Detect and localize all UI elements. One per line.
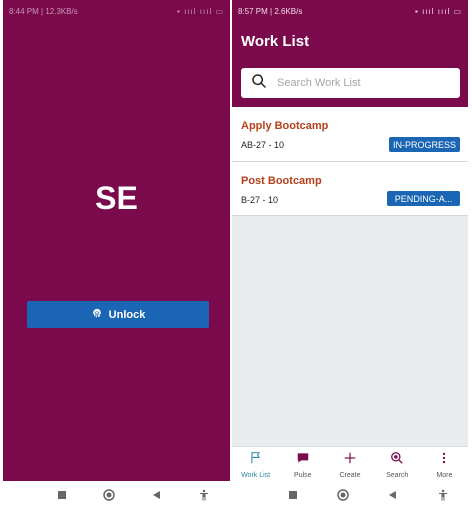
bottom-tab-bar: Work List Pulse Create Search More <box>232 446 468 481</box>
tab-pulse[interactable]: Pulse <box>279 447 326 481</box>
back-button[interactable] <box>150 488 164 502</box>
unlock-button[interactable]: Unlock <box>27 301 209 328</box>
search-icon <box>251 73 275 94</box>
tab-search[interactable]: Search <box>374 447 421 481</box>
system-nav-bar <box>38 481 228 509</box>
tab-label: Search <box>386 471 409 479</box>
flag-icon <box>249 451 263 470</box>
accessibility-icon[interactable] <box>436 488 450 502</box>
search-icon <box>390 451 404 470</box>
more-vertical-icon <box>437 451 451 470</box>
status-bar: 8:57 PM | 2.6KB/s ▪ ıııl ıııl ▭ <box>232 0 468 22</box>
lock-screen: 8:44 PM | 12.3KB/s ▪ ıııl ıııl ▭ SE Unlo… <box>3 0 230 481</box>
tab-more[interactable]: More <box>421 447 468 481</box>
unlock-label: Unlock <box>108 308 146 321</box>
system-nav-bar <box>268 481 468 509</box>
item-id: AB-27 - 10 <box>241 140 285 150</box>
status-time: 8:44 PM | 12.3KB/s <box>9 6 78 16</box>
back-button[interactable] <box>386 488 400 502</box>
recents-button[interactable] <box>286 488 300 502</box>
tab-label: Create <box>339 471 361 479</box>
tab-label: Work List <box>241 471 271 479</box>
header: 8:57 PM | 2.6KB/s ▪ ıııl ıııl ▭ Work Lis… <box>232 0 468 107</box>
chat-icon <box>296 451 310 470</box>
page-title: Work List <box>241 33 310 50</box>
search-input[interactable] <box>275 76 459 90</box>
tab-work-list[interactable]: Work List <box>232 447 279 481</box>
work-list-screen: 8:57 PM | 2.6KB/s ▪ ıııl ıııl ▭ Work Lis… <box>232 0 468 481</box>
status-time: 8:57 PM | 2.6KB/s <box>238 6 303 16</box>
status-bar: 8:44 PM | 12.3KB/s ▪ ıııl ıııl ▭ <box>3 0 230 22</box>
search-bar[interactable] <box>241 68 460 98</box>
status-icons: ▪ ıııl ıııl ▭ <box>415 6 462 16</box>
status-badge: IN-PROGRESS <box>389 137 460 152</box>
list-item[interactable]: Post Bootcamp B-27 - 10 PENDING-A... <box>232 162 468 216</box>
item-id: B-27 - 10 <box>241 195 279 205</box>
recents-button[interactable] <box>55 488 69 502</box>
tab-label: Pulse <box>294 471 312 479</box>
tab-label: More <box>436 471 453 479</box>
status-icons: ▪ ıııl ıııl ▭ <box>177 6 224 16</box>
home-button[interactable] <box>336 488 350 502</box>
app-logo: SE <box>95 180 138 216</box>
item-title: Apply Bootcamp <box>241 120 329 132</box>
accessibility-icon[interactable] <box>197 488 211 502</box>
tab-create[interactable]: Create <box>326 447 373 481</box>
fingerprint-icon <box>91 307 103 322</box>
home-button[interactable] <box>102 488 116 502</box>
list-item[interactable]: Apply Bootcamp AB-27 - 10 IN-PROGRESS <box>232 107 468 162</box>
plus-icon <box>343 451 357 470</box>
item-title: Post Bootcamp <box>241 175 322 187</box>
status-badge: PENDING-A... <box>387 191 460 206</box>
